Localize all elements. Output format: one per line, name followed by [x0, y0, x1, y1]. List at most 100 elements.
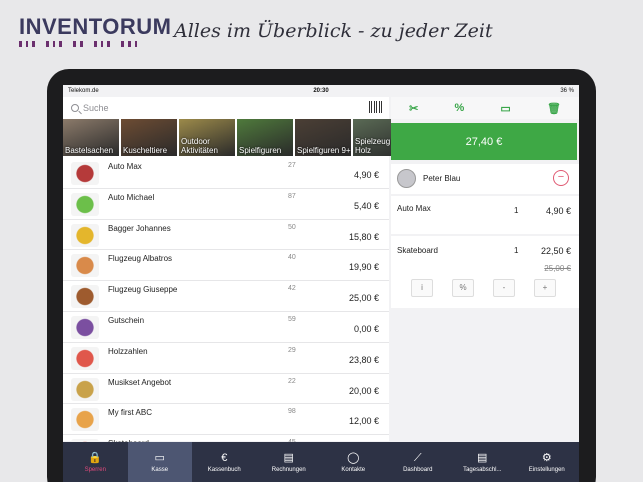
product-thumbnail: [71, 408, 99, 432]
customer-row[interactable]: Peter Blau −: [391, 164, 579, 194]
tab-icon: 🔒: [88, 451, 103, 464]
increase-button[interactable]: +: [534, 279, 556, 297]
category-label: Spielfiguren: [239, 146, 282, 155]
product-price: 25,00 €: [348, 293, 379, 304]
tab-icon: ▤: [477, 451, 488, 464]
cart-item[interactable]: Skateboard 1 22,50 € 25,00 € i % - +: [391, 236, 579, 308]
tab-label: Rechnungen: [271, 466, 306, 473]
tab-einstellungen[interactable]: ⚙ Einstellungen: [515, 442, 580, 482]
tab-icon: ◯: [347, 451, 360, 464]
barcode-scan-icon[interactable]: [369, 101, 383, 113]
brand-logo: INVENTORUM: [19, 14, 172, 47]
percent-icon[interactable]: %: [454, 102, 464, 114]
tab-sperren[interactable]: 🔒 Sperren: [63, 442, 128, 482]
tab-kasse[interactable]: ▭ Kasse: [127, 442, 192, 482]
scissors-icon[interactable]: ✂: [409, 102, 418, 115]
tab-kassenbuch[interactable]: € Kassenbuch: [192, 442, 257, 482]
product-name: Bagger Johannes: [108, 223, 171, 233]
tab-rechnungen[interactable]: ▤ Rechnungen: [257, 442, 322, 482]
product-name: Holzzahlen: [108, 346, 148, 356]
avatar: [397, 169, 416, 188]
tab-tagesabschl[interactable]: ▤ Tagesabschl...: [450, 442, 515, 482]
product-row[interactable]: Holzzahlen 29 23,80 €: [63, 343, 389, 374]
cart-item[interactable]: Auto Max 1 4,90 €: [391, 196, 579, 234]
product-list: Auto Max 27 4,90 € Auto Michael 87 5,40 € Bagg…: [63, 158, 389, 466]
cart-item-name: Auto Max: [397, 204, 431, 213]
category-tile[interactable]: Kuscheltiere: [121, 119, 177, 156]
battery-label: 36 %: [560, 88, 575, 94]
search-bar[interactable]: Suche: [63, 97, 389, 119]
product-row[interactable]: Flugzeug Giuseppe 42 25,00 €: [63, 281, 389, 312]
product-stock: 59: [288, 315, 296, 323]
discount-button[interactable]: %: [452, 279, 474, 297]
product-thumbnail: [71, 192, 99, 216]
product-row[interactable]: Gutschein 59 0,00 €: [63, 312, 389, 343]
cart-item-actions: i % - +: [411, 279, 556, 297]
product-name: Flugzeug Giuseppe: [108, 285, 178, 295]
product-row[interactable]: Flugzeug Albatros 40 19,90 €: [63, 250, 389, 282]
tab-icon: ⟋: [413, 451, 422, 464]
tab-label: Dashboard: [403, 466, 433, 473]
status-bar: Telekom.de 20:30 36 %: [63, 85, 579, 97]
product-stock: 87: [288, 192, 296, 200]
cart-item-qty: 1: [514, 206, 519, 215]
note-icon[interactable]: ▭: [500, 102, 510, 115]
tab-icon: ⚙: [541, 451, 552, 464]
product-name: Gutschein: [108, 315, 145, 325]
cart-item-price: 4,90 €: [545, 206, 571, 216]
cart-item-old-price: 25,00 €: [544, 264, 571, 273]
product-stock: 40: [288, 254, 296, 262]
product-name: Auto Michael: [108, 192, 155, 202]
product-row[interactable]: My first ABC 98 12,00 €: [63, 404, 389, 436]
product-row[interactable]: Auto Max 27 4,90 €: [63, 158, 389, 189]
search-icon: [71, 104, 79, 112]
category-tile[interactable]: Outdoor Aktivitäten: [179, 119, 235, 156]
tab-bar: 🔒 Sperren ▭ Kasse € Kassenbuch ▤ Rechnungen ◯ Kon…: [63, 442, 579, 482]
tab-icon: €: [221, 451, 228, 464]
product-stock: 98: [288, 408, 296, 416]
product-stock: 50: [288, 223, 296, 231]
category-label: Kuscheltiere: [123, 146, 168, 155]
product-price: 4,90 €: [353, 170, 379, 180]
product-stock: 22: [288, 377, 296, 385]
tab-label: Einstellungen: [528, 466, 565, 473]
product-stock: 29: [288, 346, 296, 354]
app-screen: Telekom.de 20:30 36 % Suche Bastelsachen…: [63, 85, 579, 482]
tab-dashboard[interactable]: ⟋ Dashboard: [386, 442, 451, 482]
product-row[interactable]: Auto Michael 87 5,40 €: [63, 189, 389, 220]
product-price: 12,00 €: [348, 416, 379, 427]
remove-customer-button[interactable]: −: [553, 170, 569, 186]
product-name: Flugzeug Albatros: [108, 254, 173, 264]
product-price: 0,00 €: [353, 323, 379, 334]
info-button[interactable]: i: [411, 279, 433, 297]
tab-label: Kasse: [151, 466, 169, 473]
cart-toolbar: ✂ % ▭ 🗑: [391, 97, 579, 119]
tab-kontakte[interactable]: ◯ Kontakte: [321, 442, 386, 482]
category-tile[interactable]: Spielfiguren: [237, 119, 293, 156]
decrease-button[interactable]: -: [493, 279, 515, 297]
cart-panel: ✂ % ▭ 🗑 27,40 € Peter Blau − Auto Max 1 …: [391, 97, 579, 441]
tab-icon: ▤: [283, 451, 294, 464]
category-tile[interactable]: Bastelsachen: [63, 119, 119, 156]
logo-bars: [19, 41, 138, 47]
trash-icon[interactable]: 🗑: [547, 102, 561, 115]
product-name: My first ABC: [108, 408, 153, 418]
product-stock: 42: [288, 285, 296, 293]
category-tile[interactable]: Spielfiguren 9+: [295, 119, 351, 156]
checkout-total-button[interactable]: 27,40 €: [391, 123, 577, 160]
product-panel: Suche Bastelsachen Kuscheltiere Outdoor Ak…: [63, 97, 409, 466]
search-input[interactable]: Suche: [83, 103, 109, 113]
product-price: 5,40 €: [353, 200, 379, 211]
product-name: Musikset Angebot: [108, 377, 172, 387]
product-row[interactable]: Bagger Johannes 50 15,80 €: [63, 220, 389, 251]
product-stock: 27: [288, 162, 296, 169]
product-row[interactable]: Musikset Angebot 22 20,00 €: [63, 374, 389, 405]
product-name: Auto Max: [108, 162, 142, 171]
cart-item-price: 22,50 €: [540, 246, 571, 256]
product-thumbnail: [71, 346, 99, 370]
product-thumbnail: [71, 285, 99, 309]
category-label: Outdoor Aktivitäten: [181, 137, 218, 155]
logo-text: INVENTORUM: [19, 14, 172, 39]
tab-icon: ▭: [154, 451, 165, 464]
product-price: 20,00 €: [348, 385, 379, 396]
